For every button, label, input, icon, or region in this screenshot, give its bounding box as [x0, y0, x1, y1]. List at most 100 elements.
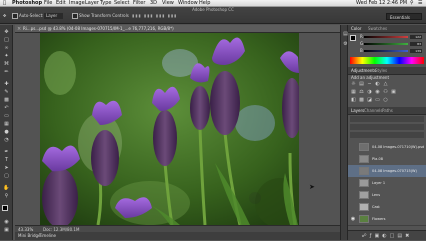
menu-filter[interactable]: Filter — [133, 0, 145, 7]
threshold-icon[interactable]: ◪ — [367, 98, 372, 103]
layer-name[interactable]: 04-08 Images-071710(W).psd — [372, 141, 424, 153]
levels-icon[interactable]: ▤ — [359, 82, 364, 87]
visibility-eye-icon[interactable] — [350, 191, 356, 199]
photo-filter-icon[interactable]: ◉ — [375, 90, 380, 95]
layer-name[interactable]: Pla-08 — [372, 153, 383, 165]
tab-mini-bridge[interactable]: Mini Bridge — [18, 232, 41, 240]
foreground-color-swatch[interactable] — [2, 205, 8, 211]
lock-fill-row[interactable] — [350, 132, 424, 138]
quick-mask-icon[interactable]: ◉ — [3, 219, 10, 225]
dodge-tool-icon[interactable]: ◔ — [3, 137, 10, 143]
healing-brush-tool-icon[interactable]: ✚ — [3, 81, 10, 87]
tab-swatches[interactable]: Swatches — [368, 25, 387, 32]
layer-name[interactable]: Cast — [372, 201, 380, 213]
color-foreground-swatch[interactable] — [350, 35, 356, 41]
tab-channels[interactable]: Channels — [364, 107, 383, 114]
visibility-eye-icon[interactable] — [350, 155, 356, 163]
menu-file[interactable]: File — [44, 0, 52, 7]
tab-color[interactable]: Color — [351, 25, 361, 32]
menu-type[interactable]: Type — [100, 0, 111, 7]
auto-select-checkbox[interactable] — [12, 13, 18, 19]
layer-name[interactable]: Lens — [372, 189, 380, 201]
history-brush-tool-icon[interactable]: ↶ — [3, 105, 10, 111]
apple-menu-icon[interactable]:  — [3, 0, 6, 7]
shape-tool-icon[interactable]: ▢ — [3, 173, 10, 179]
notification-center-icon[interactable]: ☰ — [418, 0, 422, 7]
layers-panel-footer-icons[interactable]: ☍ƒ▣◐□▤✖ — [348, 230, 426, 240]
move-tool-icon[interactable]: ✥ — [3, 13, 6, 19]
layer-name[interactable]: Flowers — [372, 213, 385, 225]
color-balance-icon[interactable]: ⚖ — [359, 90, 364, 95]
path-selection-tool-icon[interactable]: ➤ — [3, 165, 10, 171]
brightness-contrast-icon[interactable]: ☼ — [351, 82, 356, 87]
color-lookup-icon[interactable]: ▣ — [391, 90, 396, 95]
layer-row[interactable]: ◉ Flowers — [348, 213, 426, 226]
brush-tool-icon[interactable]: ✎ — [3, 89, 10, 95]
screen-mode-icon[interactable]: ▣ — [3, 227, 10, 233]
pen-tool-icon[interactable]: ✒ — [3, 149, 10, 155]
auto-select-dropdown[interactable]: Layer — [44, 13, 64, 19]
selective-color-icon[interactable]: ○ — [383, 98, 388, 103]
eraser-tool-icon[interactable]: ▭ — [3, 113, 10, 119]
tab-styles[interactable]: Styles — [375, 67, 387, 74]
posterize-icon[interactable]: ▩ — [359, 98, 364, 103]
visibility-eye-icon[interactable] — [350, 203, 356, 211]
slider-b[interactable] — [364, 50, 408, 52]
layer-name[interactable]: 04-08 Images-070715(W) — [372, 165, 417, 177]
quick-select-tool-icon[interactable]: ✦ — [3, 53, 10, 59]
document-canvas[interactable] — [40, 33, 299, 225]
hand-tool-icon[interactable]: ✋ — [3, 185, 10, 191]
gradient-map-icon[interactable]: ▭ — [375, 98, 380, 103]
curves-icon[interactable]: ∽ — [367, 82, 372, 87]
visibility-eye-icon[interactable]: ◉ — [350, 215, 356, 223]
crop-tool-icon[interactable]: ⌘ — [3, 61, 10, 67]
visibility-eye-icon[interactable] — [350, 167, 356, 175]
spotlight-search-icon[interactable]: ⚲ — [410, 0, 414, 7]
menu-view[interactable]: View — [162, 0, 174, 7]
gradient-tool-icon[interactable]: ▦ — [3, 121, 10, 127]
menu-select[interactable]: Select — [114, 0, 129, 7]
layer-name[interactable]: Layer 1 — [372, 177, 385, 189]
show-transform-option[interactable]: Show Transform Controls — [72, 13, 129, 19]
menu-3d[interactable]: 3D — [150, 0, 157, 7]
blur-tool-icon[interactable]: ● — [3, 129, 10, 135]
slider-r[interactable] — [364, 36, 408, 38]
black-white-icon[interactable]: ◑ — [367, 90, 372, 95]
workspace-switcher[interactable]: Essentials — [386, 13, 422, 20]
clone-stamp-tool-icon[interactable]: ▩ — [3, 97, 10, 103]
tab-timeline[interactable]: Timeline — [39, 232, 56, 240]
invert-icon[interactable]: ◧ — [351, 98, 356, 103]
tab-paths[interactable]: Paths — [382, 107, 393, 114]
visibility-eye-icon[interactable] — [350, 179, 356, 187]
align-buttons-icon[interactable]: ▮▮▮ ▮▮▮ ▮▮▮ ▮▮▮ — [132, 13, 177, 19]
menu-edit[interactable]: Edit — [56, 0, 66, 7]
slider-r-value[interactable]: 122 — [410, 35, 422, 39]
menu-image[interactable]: Image — [69, 0, 85, 7]
menu-app-name[interactable]: Photoshop — [12, 0, 42, 7]
move-tool-icon[interactable]: ✥ — [3, 29, 10, 35]
slider-b-value[interactable]: 139 — [410, 49, 422, 53]
marquee-tool-icon[interactable]: □ — [3, 37, 10, 43]
menu-layer[interactable]: Layer — [85, 0, 99, 7]
document-tab[interactable]: × Ri...ps...psd @ 43.8% (04-08 Images-07… — [15, 25, 340, 33]
slider-g[interactable] — [364, 43, 408, 45]
tab-adjustments[interactable]: Adjustments — [351, 67, 376, 74]
lasso-tool-icon[interactable]: ∞ — [3, 45, 10, 51]
channel-mixer-icon[interactable]: ⚇ — [383, 90, 388, 95]
layer-filter-bar[interactable] — [350, 116, 424, 122]
show-transform-checkbox[interactable] — [72, 13, 78, 19]
menu-help[interactable]: Help — [199, 0, 210, 7]
tab-layers[interactable]: Layers — [351, 107, 364, 114]
color-spectrum-ramp[interactable] — [350, 57, 424, 64]
vibrance-icon[interactable]: △ — [383, 82, 388, 87]
exposure-icon[interactable]: ◐ — [375, 82, 380, 87]
menu-window[interactable]: Window — [178, 0, 198, 7]
hue-saturation-icon[interactable]: ▦ — [351, 90, 356, 95]
auto-select-option[interactable]: Auto-Select: — [12, 13, 44, 19]
eyedropper-tool-icon[interactable]: ✏ — [3, 69, 10, 75]
slider-g-value[interactable]: 83 — [410, 42, 422, 46]
zoom-tool-icon[interactable]: ⚲ — [3, 193, 10, 199]
close-document-icon[interactable]: × — [17, 25, 21, 33]
visibility-eye-icon[interactable] — [350, 143, 356, 151]
blend-mode-opacity-row[interactable] — [350, 124, 424, 130]
